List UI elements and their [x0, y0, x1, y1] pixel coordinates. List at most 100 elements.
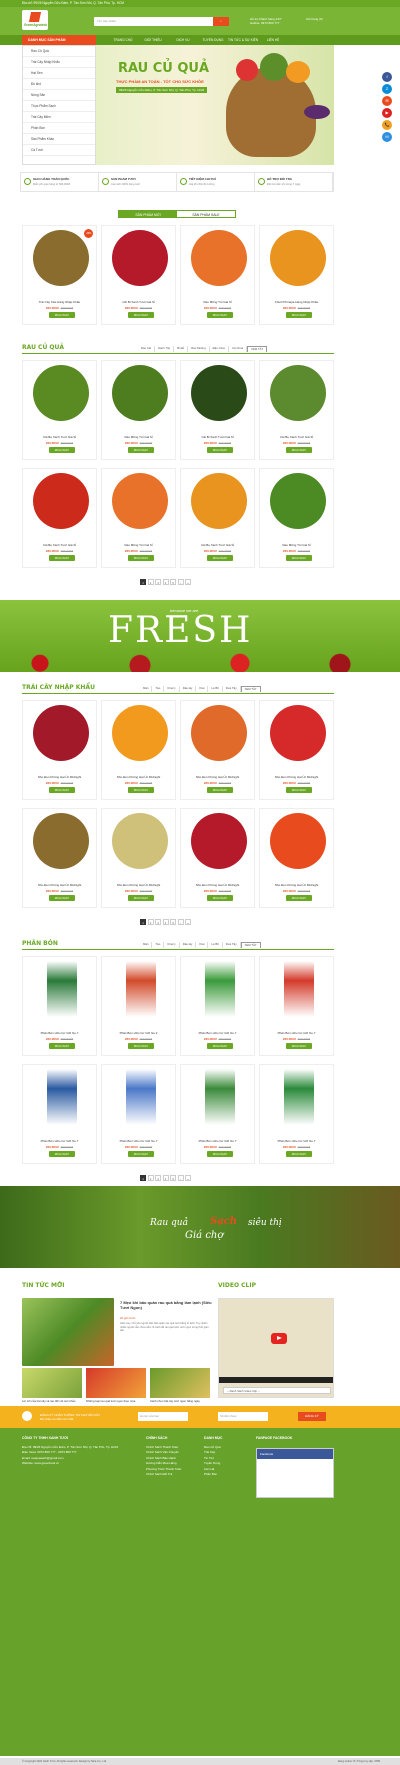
search-input[interactable]: Tìm sản phẩm ⌕ — [94, 17, 229, 26]
product-image[interactable] — [112, 230, 168, 286]
filter-tab[interactable]: Cà Chua — [229, 346, 248, 352]
page-link[interactable]: 2 — [147, 1175, 154, 1181]
page-link[interactable]: › — [177, 579, 184, 585]
buy-now-button[interactable]: MUA NGAY — [286, 1151, 312, 1157]
product-name[interactable]: Chuối Phinapa Hàng Nhập Khẩu — [260, 300, 333, 304]
product-card[interactable]: Phân Bón Hữu Cơ GFI No.7 220.000đ 300.000đ… — [259, 956, 334, 1056]
product-card[interactable]: Phân Bón Hữu Cơ GFI No.7 220.000đ 300.000đ… — [101, 1064, 176, 1164]
product-name[interactable]: Phân Bón Hữu Cơ GFI No.7 — [260, 1031, 333, 1035]
product-card[interactable]: Phân Bón Hữu Cơ GFI No.7 220.000đ 300.000đ… — [180, 1064, 255, 1164]
page-link[interactable]: › — [177, 919, 184, 925]
product-name[interactable]: Phân Bón Hữu Cơ GFI No.7 — [23, 1139, 96, 1143]
product-name[interactable]: Nho Đen Không Hạt Úc Midnight — [23, 883, 96, 887]
product-image[interactable] — [126, 1069, 156, 1125]
product-image[interactable] — [270, 473, 326, 529]
product-card[interactable]: Phân Bón Hữu Cơ GFI No.2 220.000đ 300.000đ… — [101, 956, 176, 1056]
buy-now-button[interactable]: MUA NGAY — [49, 312, 75, 318]
category-item[interactable]: Rau Củ Quả — [23, 46, 95, 57]
buy-now-button[interactable]: MUA NGAY — [207, 555, 233, 561]
category-menu-button[interactable]: DANH MỤC SẢN PHẨM — [22, 35, 96, 45]
product-image[interactable] — [47, 1069, 77, 1125]
product-image[interactable] — [191, 230, 247, 286]
page-link[interactable]: 1 — [140, 1175, 146, 1181]
filter-tab[interactable]: Kiwi — [196, 942, 209, 948]
product-name[interactable]: Rau Mồng Tơi Giá Sỉ — [181, 300, 254, 304]
news-thumb[interactable] — [22, 1368, 82, 1398]
filter-tab[interactable]: Đậu Côve — [210, 346, 230, 352]
product-image[interactable] — [191, 365, 247, 421]
news-caption[interactable]: Những loại rau quả tươi ngon theo mùa — [86, 1399, 148, 1404]
news-caption[interactable]: Lợi ích của trái cây và rau đối với sức … — [22, 1399, 84, 1404]
product-card[interactable]: Cải Bẹ Xanh Tươi Giá Sỉ 220.000đ 300.000đ M… — [259, 360, 334, 460]
zalo-icon[interactable]: Z — [382, 84, 392, 94]
page-link[interactable]: 1 — [140, 919, 146, 925]
search-icon[interactable]: ⌕ — [213, 17, 229, 26]
product-name[interactable]: Cải Bẹ Xanh Tươi Giá Sỉ — [181, 543, 254, 547]
filter-tab[interactable]: Bí Đỏ — [174, 346, 189, 352]
news-caption[interactable]: Cách chọn trái cây tươi ngon hằng ngày — [150, 1399, 212, 1404]
page-link[interactable]: 5 — [170, 919, 176, 925]
product-name[interactable]: Nho Đen Không Hạt Úc Midnight — [260, 883, 333, 887]
filter-tab[interactable]: Rau Muống — [188, 346, 210, 352]
category-item[interactable]: Hạt Sen — [23, 68, 95, 79]
page-link[interactable]: 4 — [162, 919, 169, 925]
page-link[interactable]: 4 — [162, 1175, 169, 1181]
product-image[interactable] — [270, 365, 326, 421]
filter-tab[interactable]: Kiwi — [196, 686, 209, 692]
product-card[interactable]: Nho Đen Không Hạt Úc Midnight 220.000đ 300… — [22, 700, 97, 800]
product-image[interactable] — [112, 473, 168, 529]
buy-now-button[interactable]: MUA NGAY — [207, 895, 233, 901]
filter-tab[interactable]: Dưa Tây — [223, 686, 241, 692]
product-image[interactable] — [126, 961, 156, 1017]
product-image[interactable] — [191, 473, 247, 529]
video-controls[interactable] — [219, 1377, 333, 1383]
nav-home[interactable]: TRANG CHỦ — [108, 35, 138, 45]
product-image[interactable] — [33, 230, 89, 286]
product-name[interactable]: Cải Bi Xanh Tươi Giá Sỉ — [181, 435, 254, 439]
category-item[interactable]: Trái Cây Miền — [23, 112, 95, 123]
product-image[interactable] — [33, 473, 89, 529]
filter-tab[interactable]: Lê Bồ — [208, 942, 223, 948]
product-card[interactable]: Nho Đen Không Hạt Úc Midnight 220.000đ 300… — [101, 808, 176, 908]
product-name[interactable]: Phân Bón Hữu Cơ GFI No.7 — [102, 1139, 175, 1143]
view-all-tab[interactable]: XEM TẤT — [247, 346, 268, 352]
filter-tab[interactable]: Dâu tây — [180, 942, 197, 948]
product-name[interactable]: Nho Đen Không Hạt Úc Midnight — [181, 883, 254, 887]
product-image[interactable] — [284, 961, 314, 1017]
facebook-icon[interactable]: f — [382, 72, 392, 82]
buy-now-button[interactable]: MUA NGAY — [286, 312, 312, 318]
category-item[interactable]: Đồ khô — [23, 79, 95, 90]
news-lead-title[interactable]: 7 Mẹo khi bảo quản rau quả bằng làm lạnh… — [120, 1300, 212, 1310]
product-name[interactable]: Phân Bón Hữu Cơ GFI No.7 — [181, 1139, 254, 1143]
product-card[interactable]: Cải Bẹ Xanh Tươi Giá Sỉ 220.000đ 300.000đ M… — [22, 468, 97, 568]
filter-tab[interactable]: Lê Bồ — [208, 686, 223, 692]
product-card[interactable]: Phân Bón Hữu Cơ GFI No.7 220.000đ 300.000đ… — [180, 956, 255, 1056]
product-card[interactable]: Nho Đen Không Hạt Úc Midnight 220.000đ 300… — [22, 808, 97, 908]
buy-now-button[interactable]: MUA NGAY — [286, 895, 312, 901]
page-link[interactable]: › — [177, 1175, 184, 1181]
buy-now-button[interactable]: MUA NGAY — [207, 1151, 233, 1157]
buy-now-button[interactable]: MUA NGAY — [128, 1043, 154, 1049]
buy-now-button[interactable]: MUA NGAY — [128, 895, 154, 901]
product-image[interactable] — [112, 365, 168, 421]
product-card[interactable]: Cải Bẹ Xanh Tươi Giá Sỉ 220.000đ 300.000đ M… — [180, 468, 255, 568]
product-name[interactable]: Cải Bẹ Xanh Tươi Giá Sỉ — [23, 435, 96, 439]
product-image[interactable] — [33, 365, 89, 421]
category-item[interactable]: Trái Cây Nhập Khẩu — [23, 57, 95, 68]
footer-link[interactable]: Phân Bón — [204, 1472, 248, 1478]
play-icon[interactable] — [271, 1333, 287, 1344]
buy-now-button[interactable]: MUA NGAY — [49, 447, 75, 453]
buy-now-button[interactable]: MUA NGAY — [286, 787, 312, 793]
product-card[interactable]: Nho Đen Không Hạt Úc Midnight 220.000đ 300… — [180, 700, 255, 800]
filter-tab[interactable]: Mận — [140, 942, 153, 948]
product-card[interactable]: Phân Bón Hữu Cơ GFI No.7 220.000đ 300.000đ… — [22, 956, 97, 1056]
filter-tab[interactable]: Dâu tây — [180, 686, 197, 692]
nav-jobs[interactable]: TUYỂN DỤNG — [198, 35, 228, 45]
filter-tab[interactable]: Mận — [140, 686, 153, 692]
product-name[interactable]: Rau Mồng Tơi Giá Sỉ — [102, 435, 175, 439]
product-name[interactable]: Phân Bón Hữu Cơ GFI No.7 — [181, 1031, 254, 1035]
subscribe-button[interactable]: ĐĂNG KÝ — [298, 1412, 326, 1421]
buy-now-button[interactable]: MUA NGAY — [49, 787, 75, 793]
page-link[interactable]: 2 — [147, 919, 154, 925]
messenger-icon[interactable]: M — [382, 132, 392, 142]
